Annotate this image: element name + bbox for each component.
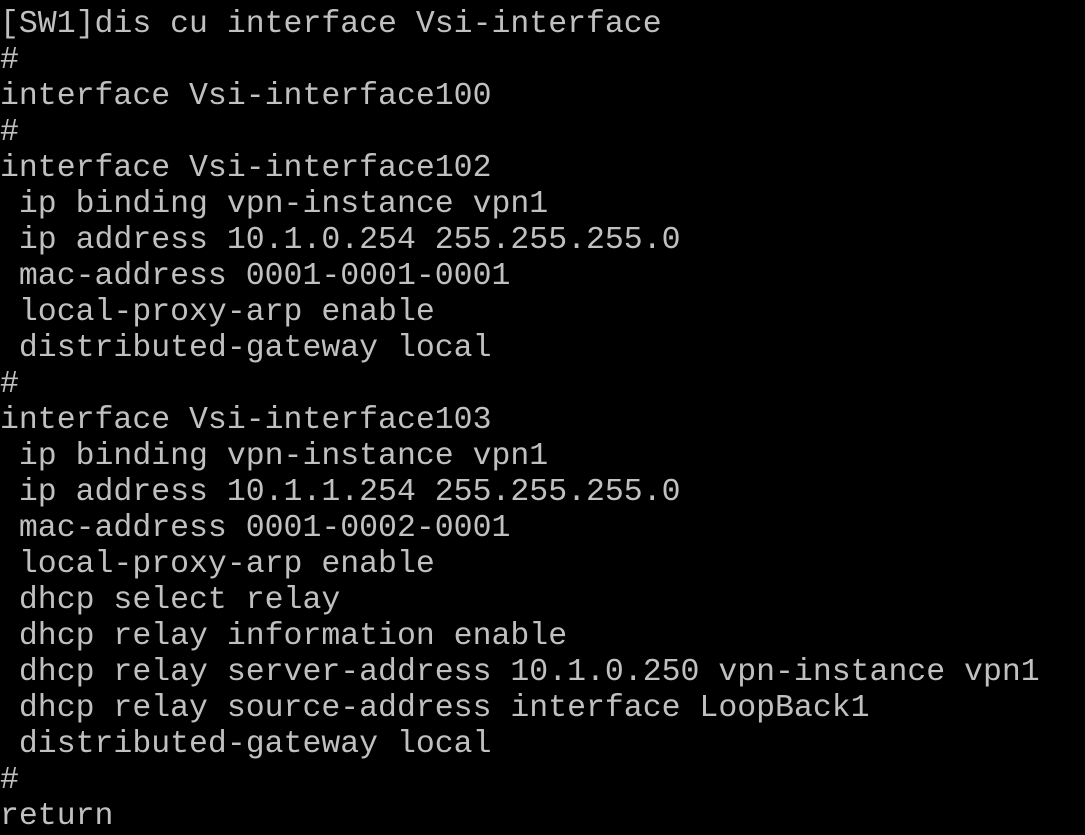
- output-line: mac-address 0001-0001-0001: [0, 259, 511, 294]
- output-line: interface Vsi-interface103: [0, 403, 492, 438]
- output-line: distributed-gateway local: [0, 331, 492, 366]
- output-line: interface Vsi-interface102: [0, 151, 492, 186]
- output-line: ip binding vpn-instance vpn1: [0, 439, 549, 474]
- output-line: dhcp relay server-address 10.1.0.250 vpn…: [0, 655, 1040, 690]
- output-line: local-proxy-arp enable: [0, 295, 435, 330]
- output-line: #: [0, 115, 19, 150]
- output-line: #: [0, 43, 19, 78]
- command-line: [SW1]dis cu interface Vsi-interface: [0, 7, 662, 42]
- output-line: interface Vsi-interface100: [0, 79, 492, 114]
- output-line: ip address 10.1.1.254 255.255.255.0: [0, 475, 681, 510]
- output-line: #: [0, 763, 19, 798]
- output-line: mac-address 0001-0002-0001: [0, 511, 511, 546]
- output-line: return: [0, 799, 114, 834]
- output-line: ip binding vpn-instance vpn1: [0, 187, 549, 222]
- terminal-window[interactable]: [SW1]dis cu interface Vsi-interface # in…: [0, 0, 1085, 835]
- output-line: distributed-gateway local: [0, 727, 492, 762]
- output-line: dhcp relay source-address interface Loop…: [0, 691, 870, 726]
- output-line: local-proxy-arp enable: [0, 547, 435, 582]
- output-line: #: [0, 367, 19, 402]
- output-line: ip address 10.1.0.254 255.255.255.0: [0, 223, 681, 258]
- output-line: dhcp relay information enable: [0, 619, 568, 654]
- output-line: dhcp select relay: [0, 583, 341, 618]
